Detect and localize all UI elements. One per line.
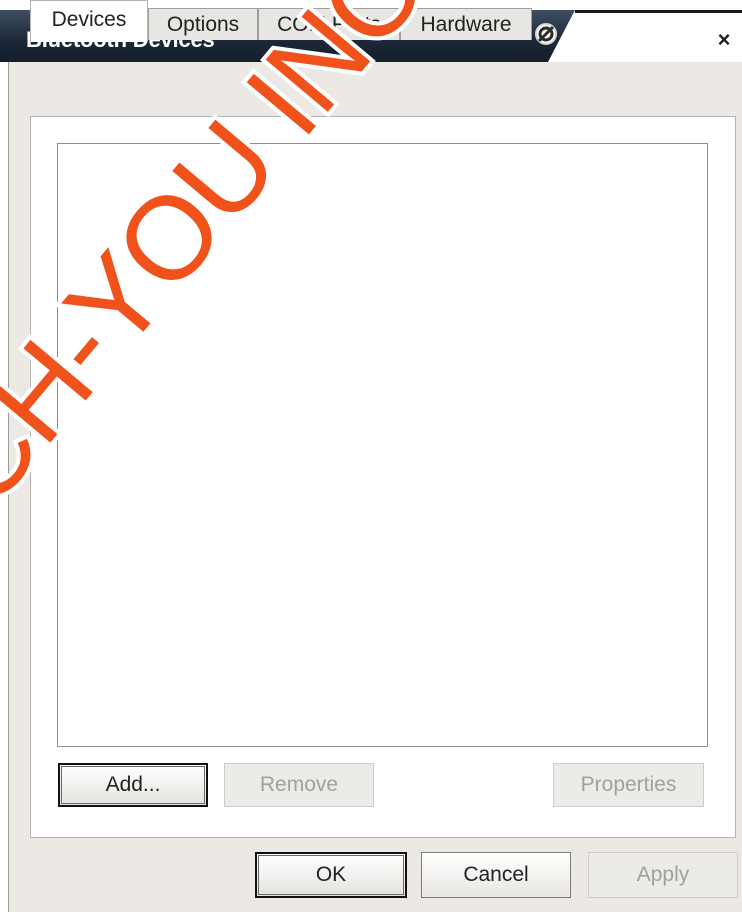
- ok-button-label: OK: [315, 863, 347, 886]
- add-button-label: Add...: [105, 773, 161, 796]
- pin-icon[interactable]: [532, 20, 560, 48]
- remove-button-label: Remove: [259, 773, 339, 796]
- apply-button[interactable]: Apply: [588, 852, 738, 898]
- add-button[interactable]: Add...: [58, 763, 208, 807]
- apply-button-label: Apply: [636, 863, 690, 886]
- tab-options[interactable]: Options: [148, 8, 258, 40]
- device-list[interactable]: [57, 143, 708, 747]
- tab-hardware[interactable]: Hardware: [400, 8, 532, 40]
- close-button[interactable]: ×: [710, 26, 738, 54]
- properties-button-label: Properties: [580, 773, 677, 796]
- cancel-button-label: Cancel: [463, 863, 529, 886]
- remove-button[interactable]: Remove: [224, 763, 374, 807]
- tab-devices[interactable]: Devices: [30, 0, 148, 42]
- tab-com-ports[interactable]: COM Ports: [258, 8, 400, 40]
- ok-button[interactable]: OK: [255, 852, 407, 898]
- cancel-button[interactable]: Cancel: [421, 852, 571, 898]
- title-bar-line: [575, 10, 742, 13]
- properties-button[interactable]: Properties: [553, 763, 704, 807]
